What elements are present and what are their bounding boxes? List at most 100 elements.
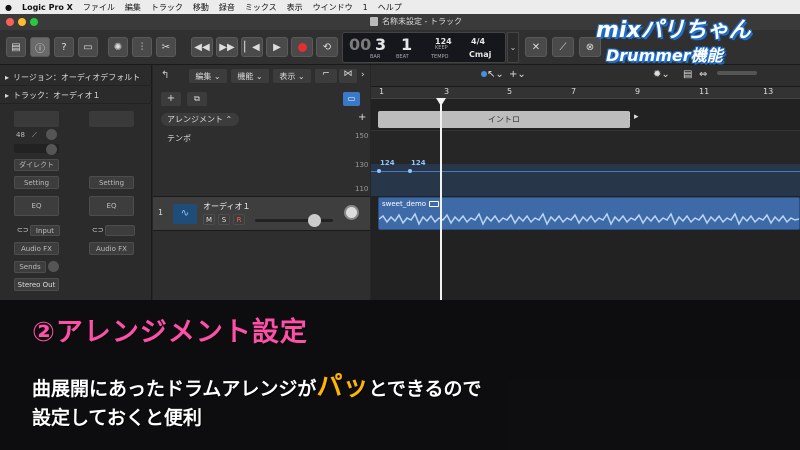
edit-menu[interactable]: 編集 ⌄: [189, 69, 227, 83]
playhead[interactable]: [440, 99, 442, 300]
tracks-area[interactable]: ✹⌄ ▤ ⇔ ↖⌄ +⌄ イントロ ⋮▸ 124 124 sweet_demo: [371, 65, 800, 300]
lcd-dropdown-icon[interactable]: ⌄: [507, 32, 519, 63]
view-menu[interactable]: 表示 ⌄: [273, 69, 311, 83]
tempo-point[interactable]: [377, 169, 381, 173]
sends-button[interactable]: Sends: [14, 261, 46, 273]
flex-icon[interactable]: ⋈: [339, 69, 357, 83]
apple-icon[interactable]: ●: [5, 3, 12, 12]
cycle-button[interactable]: ⟲: [316, 37, 338, 57]
menu-record[interactable]: 録音: [219, 2, 235, 13]
track-inspector-label: トラック：オーディオ１: [13, 91, 101, 100]
menu-app[interactable]: Logic Pro X: [22, 3, 73, 12]
automation-icon[interactable]: ⌐: [315, 69, 337, 83]
duplicate-track-icon[interactable]: ⧉: [187, 92, 207, 106]
resize-handle-icon[interactable]: ⋮▸: [625, 112, 639, 126]
zoom-window-button[interactable]: [30, 18, 38, 26]
minimize-window-button[interactable]: [18, 18, 26, 26]
menu-view[interactable]: 表示: [287, 2, 303, 13]
play-button[interactable]: ▶: [266, 37, 288, 57]
setting-button-2[interactable]: Setting: [89, 176, 134, 189]
list-icon[interactable]: ▤: [683, 69, 692, 80]
direct-button[interactable]: ダイレクト: [14, 159, 59, 171]
pan-knob[interactable]: [344, 205, 359, 220]
tuner-icon[interactable]: ⟋: [552, 37, 574, 57]
zoom-slider[interactable]: [717, 71, 757, 75]
catch-icon[interactable]: ›: [361, 70, 365, 80]
list-editors-icon[interactable]: ✕: [525, 37, 547, 57]
mute-button[interactable]: M: [203, 214, 215, 225]
menu-file[interactable]: ファイル: [83, 2, 115, 13]
menu-1[interactable]: 1: [363, 3, 368, 12]
menu-track[interactable]: トラック: [151, 2, 183, 13]
record-enable-button[interactable]: R: [233, 214, 245, 225]
track-header-area: ↰ 編集 ⌄ 機能 ⌄ 表示 ⌄ ⌐ ⋈ › + ⧉ ▭ アレンジメント ⌃ +…: [153, 65, 370, 300]
record-button[interactable]: [291, 37, 313, 57]
add-marker-button[interactable]: +: [358, 112, 366, 123]
caption-line-1: 曲展開にあったドラムアレンジがパッとできるので: [32, 366, 482, 403]
region-inspector-label: リージョン：オーディオデフォルト: [13, 73, 141, 82]
ruler[interactable]: 1 3 5 7 9 11 13: [371, 87, 800, 99]
marquee-tool-icon[interactable]: +⌄: [509, 69, 526, 80]
tempo-tick-110: 110: [355, 185, 369, 193]
inspector-panel: ▸ リージョン：オーディオデフォルト ▸ トラック：オーディオ１ 48 ⟋ ダイ…: [0, 65, 152, 300]
track-inspector-header[interactable]: ▸ トラック：オーディオ１: [0, 88, 152, 104]
channel-strip-slot[interactable]: [14, 111, 59, 127]
channel-strip-slot-2[interactable]: [89, 111, 134, 127]
gear-icon[interactable]: ✹⌄: [653, 69, 670, 80]
send-knob[interactable]: [48, 261, 59, 272]
toolbar-toggle-icon[interactable]: ▭: [78, 37, 98, 57]
input-slot-2[interactable]: [105, 225, 135, 236]
menu-window[interactable]: ウインドウ: [313, 2, 353, 13]
waveform: [379, 212, 799, 226]
trim-knob[interactable]: [46, 144, 57, 155]
pointer-tool-icon[interactable]: ↖⌄: [487, 69, 504, 80]
gain-knob[interactable]: [46, 129, 57, 140]
global-tracks-toggle[interactable]: ▭: [343, 92, 360, 106]
menu-edit[interactable]: 編集: [125, 2, 141, 13]
arrangement-track-label[interactable]: アレンジメント ⌃: [161, 113, 239, 126]
tempo-point-2[interactable]: [408, 169, 412, 173]
inspector-icon[interactable]: ⓘ: [30, 37, 50, 57]
horizontal-zoom-icon[interactable]: ⇔: [699, 69, 707, 80]
input-button[interactable]: Input: [30, 225, 60, 236]
stereo-out-button[interactable]: Stereo Out: [14, 278, 59, 291]
region-inspector-header[interactable]: ▸ リージョン：オーディオデフォルト: [0, 70, 152, 86]
functions-menu[interactable]: 機能 ⌄: [231, 69, 269, 83]
eq-button-2[interactable]: EQ: [89, 196, 134, 216]
volume-slider[interactable]: [255, 219, 333, 222]
rewind-button[interactable]: ◀◀: [191, 37, 213, 57]
back-arrow-icon[interactable]: ↰: [161, 70, 169, 81]
tempo-lane[interactable]: 124 124: [371, 130, 800, 196]
menu-help[interactable]: ヘルプ: [378, 2, 402, 13]
mixer-icon[interactable]: ⫶: [132, 37, 152, 57]
lcd-leading-digit: 00: [349, 35, 372, 54]
library-icon[interactable]: ▤: [6, 37, 26, 57]
intro-marker[interactable]: イントロ: [378, 111, 630, 128]
track-name[interactable]: オーディオ１: [203, 201, 250, 212]
tracks-area-toolbar: ✹⌄ ▤ ⇔ ↖⌄ +⌄: [371, 65, 800, 87]
record-icon: [297, 42, 307, 52]
setting-button[interactable]: Setting: [14, 176, 59, 189]
lcd-beat-label: BEAT: [396, 54, 409, 60]
caption-highlight: パッ: [316, 372, 369, 402]
close-window-button[interactable]: [6, 18, 14, 26]
eq-button[interactable]: EQ: [14, 196, 59, 216]
add-track-button[interactable]: +: [161, 92, 181, 106]
tempo-point-label-2: 124: [411, 159, 426, 167]
quick-help-icon[interactable]: ?: [54, 37, 74, 57]
lcd-display[interactable]: 00 3 1 BAR BEAT 124 KEEP TEMPO 4/4 Cmaj: [342, 32, 506, 63]
menu-navigate[interactable]: 移動: [193, 2, 209, 13]
audio-fx-button[interactable]: Audio FX: [14, 242, 59, 255]
go-to-beginning-button[interactable]: ▏◀: [241, 37, 263, 57]
lcd-bar: 3: [375, 35, 387, 54]
smart-controls-icon[interactable]: ✺: [108, 37, 128, 57]
audio-track-header[interactable]: 1 ∿ オーディオ１ M S R: [153, 196, 370, 231]
editors-icon[interactable]: ✂: [156, 37, 176, 57]
forward-button[interactable]: ▶▶: [216, 37, 238, 57]
menu-mix[interactable]: ミックス: [245, 2, 277, 13]
solo-button[interactable]: S: [218, 214, 230, 225]
audio-fx-button-2[interactable]: Audio FX: [89, 242, 134, 255]
volume-slider-handle[interactable]: [308, 214, 321, 227]
loop-icon: [429, 201, 439, 207]
edit-menu-label: 編集: [195, 71, 212, 81]
